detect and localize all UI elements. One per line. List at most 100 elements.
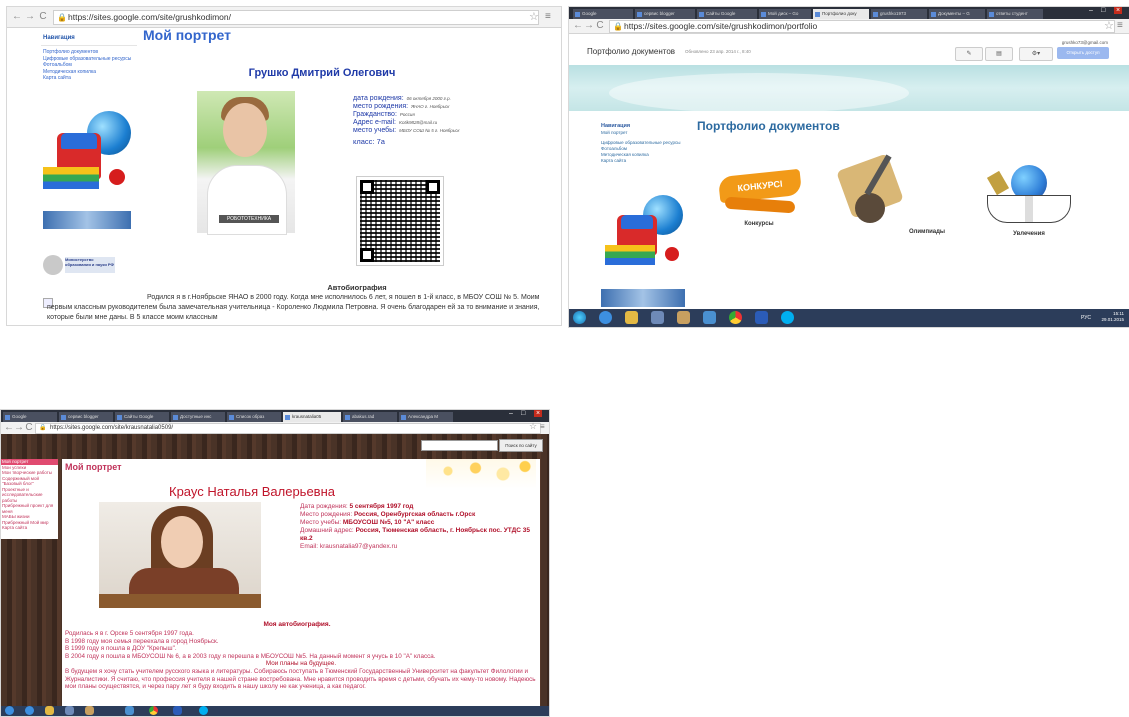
app-icon[interactable]: [677, 311, 690, 324]
ie-icon[interactable]: [599, 311, 612, 324]
reload-icon[interactable]: C: [37, 11, 49, 23]
maximize-icon[interactable]: □: [521, 410, 525, 417]
ie-icon[interactable]: [25, 706, 34, 715]
tab-list[interactable]: Список образ: [227, 412, 281, 422]
share-button[interactable]: Открыть доступ: [1057, 47, 1109, 59]
skype-icon[interactable]: [199, 706, 208, 715]
menu-icon[interactable]: ≡: [545, 11, 551, 22]
email-link[interactable]: krausnatalia97@yandex.ru: [320, 543, 397, 550]
chrome-icon[interactable]: [149, 706, 158, 715]
site-search-input[interactable]: [421, 440, 498, 451]
language-indicator[interactable]: РУС: [1081, 315, 1091, 321]
backpack-globe-image: [605, 195, 685, 267]
new-page-button[interactable]: ▤: [985, 47, 1013, 61]
minimize-icon[interactable]: –: [509, 410, 513, 417]
tab-documents[interactable]: Документы – G: [929, 9, 985, 19]
word-icon[interactable]: [173, 706, 182, 715]
explorer-icon[interactable]: [45, 706, 54, 715]
clock[interactable]: 15:11 29.01.2015: [1101, 311, 1124, 323]
minimize-icon[interactable]: –: [1089, 7, 1093, 14]
address-bar[interactable]: 🔒 https://sites.google.com/site/grushkod…: [53, 10, 539, 25]
site-search-button[interactable]: Поиск по сайту: [499, 439, 543, 452]
app-icon[interactable]: [703, 311, 716, 324]
tab-alexandra[interactable]: Александра М: [399, 412, 453, 422]
skype-icon[interactable]: [781, 311, 794, 324]
page-icon: ▤: [996, 51, 1002, 57]
word-icon[interactable]: [755, 311, 768, 324]
chrome-icon[interactable]: [729, 311, 742, 324]
media-icon[interactable]: [651, 311, 664, 324]
nav-item-digital-resources[interactable]: Цифровые образовательные ресурсы: [43, 56, 137, 62]
back-icon[interactable]: ←: [11, 11, 23, 23]
nav-item-methodical[interactable]: Методическая копилка: [43, 69, 137, 75]
browser-toolbar: ← → C 🔒 https://sites.google.com/site/gr…: [7, 7, 561, 28]
bio-line: В 1999 году я пошла в ДОУ "Крепыш".: [65, 645, 177, 653]
tab-blogger[interactable]: сервис blogger: [59, 412, 113, 422]
bio-text: Родилась я в г. Орске 5 сентября 1997 го…: [65, 630, 537, 691]
tab-sites[interactable]: Сайты Google: [697, 9, 757, 19]
bookmark-star-icon[interactable]: ☆: [1104, 19, 1114, 32]
ministry-text: Министерство образования и науки РФ: [65, 257, 115, 273]
nav-item-portfolio[interactable]: Портфолио документов: [43, 49, 137, 55]
tab-answers[interactable]: ответы студент: [987, 9, 1043, 19]
start-icon[interactable]: [5, 706, 14, 715]
nav-item-sitemap[interactable]: Карта сайта: [43, 75, 137, 81]
updated-text: Обновлено 23 апр. 2014 г., 8:40: [685, 49, 751, 54]
info-row: Гражданство: Россия: [353, 111, 415, 118]
address-bar[interactable]: 🔒 https://sites.google.com/site/krausnat…: [35, 423, 541, 434]
bio-title: Автобиография: [327, 283, 387, 292]
nav-item-sitemap[interactable]: Карта сайта: [601, 158, 687, 164]
tab-google[interactable]: Google: [573, 9, 633, 19]
backpack-globe-image: [43, 111, 133, 193]
banner-image[interactable]: [43, 211, 131, 229]
hobbies-label[interactable]: Увлечения: [997, 231, 1061, 237]
olympiads-image[interactable]: [835, 153, 907, 233]
explorer-icon[interactable]: [625, 311, 638, 324]
banner-image[interactable]: [601, 289, 685, 307]
edit-button[interactable]: ✎: [955, 47, 983, 61]
personal-info: Дата рождения: 5 сентября 1997 год Место…: [300, 503, 536, 551]
reload-icon[interactable]: C: [23, 422, 35, 434]
clock-date: 29.01.2015: [1101, 317, 1124, 322]
close-icon[interactable]: ×: [1114, 7, 1123, 14]
olympiads-label[interactable]: Олимпиады: [897, 229, 957, 235]
bio-title: Моя автобиография.: [263, 621, 331, 628]
tab-blogger[interactable]: сервис blogger: [635, 9, 695, 19]
tab-sites[interactable]: Сайты Google: [115, 412, 169, 422]
bookmark-star-icon[interactable]: ☆: [529, 10, 539, 23]
nav-item-sitemap[interactable]: Карта сайта: [1, 525, 58, 531]
settings-button[interactable]: ⚙▾: [1019, 47, 1053, 61]
tab-portfolio[interactable]: Портфолио доку: [813, 9, 869, 19]
tab-grushko[interactable]: grushko1973: [871, 9, 927, 19]
bookmark-star-icon[interactable]: ☆: [529, 421, 537, 432]
tab-abakus[interactable]: abakus.rad: [343, 412, 397, 422]
nav-item-creative-works[interactable]: Мои творческие работы: [1, 470, 58, 476]
tab-tools[interactable]: Доступные инс: [171, 412, 225, 422]
tab-kraus[interactable]: krausnatalia05: [283, 412, 341, 422]
start-icon[interactable]: [573, 311, 586, 324]
maximize-icon[interactable]: □: [1101, 7, 1105, 14]
ministry-badge[interactable]: Министерство образования и науки РФ: [43, 253, 117, 277]
plans-title: Мои планы на будущее.: [265, 660, 337, 668]
contests-image[interactable]: КОНКУРСІ: [717, 163, 803, 215]
user-email[interactable]: grushko73@gmail.com: [1062, 40, 1108, 45]
info-row: Адрес e-mail: Kotik9828@mail.ru: [353, 119, 438, 126]
nav-item-coastal-project[interactable]: Прибрежный проект для меня: [1, 503, 58, 514]
close-icon[interactable]: ×: [534, 410, 543, 417]
hobbies-image[interactable]: [986, 159, 1071, 225]
contests-label[interactable]: Конкурсы: [729, 221, 789, 227]
nav-item-projects[interactable]: Проектные и исследовательские работы: [1, 487, 58, 504]
nav-item-portrait[interactable]: Мой портрет: [601, 130, 687, 136]
menu-icon[interactable]: ≡: [540, 422, 545, 431]
app-icon[interactable]: [125, 706, 134, 715]
tab-drive[interactable]: Мой диск – Go: [759, 9, 811, 19]
nav-item-photoalbum[interactable]: Фотоальбом: [43, 62, 137, 68]
nav-item-base-blog[interactable]: Содержимый мой "Базовый блог": [1, 476, 58, 487]
media-icon[interactable]: [65, 706, 74, 715]
menu-icon[interactable]: ≡: [1117, 20, 1123, 31]
forward-icon[interactable]: →: [24, 11, 36, 23]
tab-google[interactable]: Google: [3, 412, 57, 422]
app-icon[interactable]: [85, 706, 94, 715]
reload-icon[interactable]: C: [594, 20, 606, 32]
address-bar[interactable]: 🔒 https://sites.google.com/site/grushkod…: [609, 20, 1115, 33]
